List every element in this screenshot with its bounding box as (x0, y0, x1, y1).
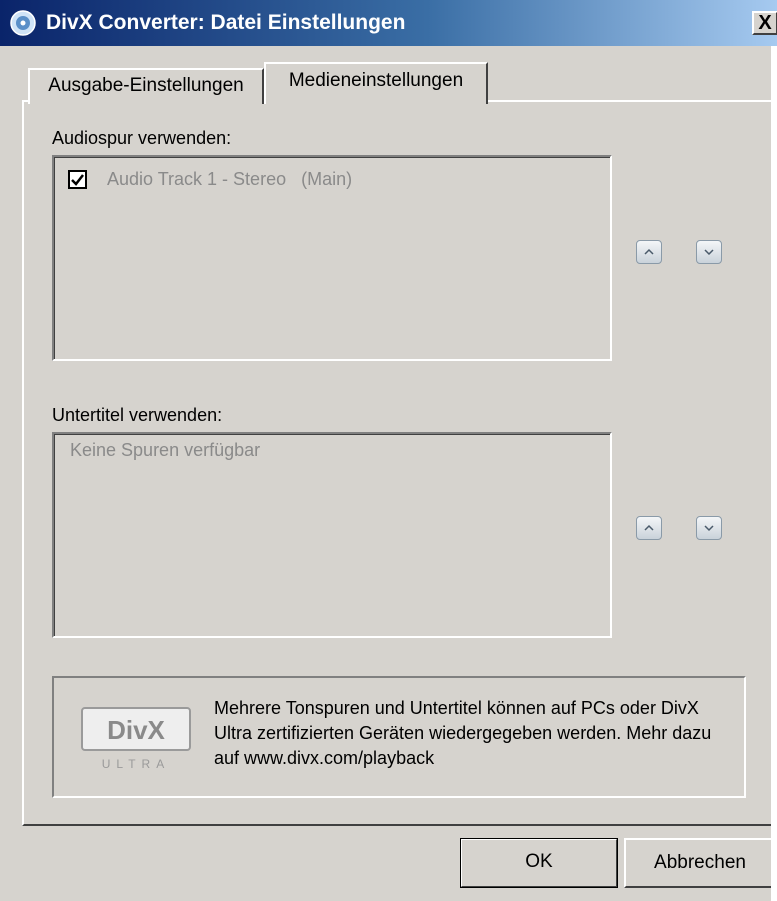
subtitle-track-list[interactable]: Keine Spuren verfügbar (52, 432, 612, 638)
audio-track-label: Audio Track 1 - Stereo (Main) (107, 168, 353, 189)
info-box: DivX ULTRA Mehrere Tonspuren und Unterti… (52, 676, 746, 798)
tab-medieneinstellungen[interactable]: Medieneinstellungen (264, 62, 488, 104)
audio-track-list[interactable]: Audio Track 1 - Stereo (Main) (52, 155, 612, 361)
checkmark-icon (71, 173, 84, 186)
title-bar[interactable]: DivX Converter: Datei Einstellungen X (0, 0, 777, 46)
audio-track-checkbox[interactable] (68, 169, 87, 189)
tab-ausgabe-einstellungen[interactable]: Ausgabe-Einstellungen (28, 68, 264, 104)
info-text: Mehrere Tonspuren und Untertitel können … (214, 698, 712, 768)
subtitles-label: Untertitel verwenden: (52, 405, 223, 425)
audio-move-up-button[interactable] (636, 240, 662, 264)
chevron-up-icon (644, 524, 654, 531)
audio-move-down-button[interactable] (696, 240, 722, 264)
subtitle-move-up-button[interactable] (636, 516, 662, 540)
audio-track-row[interactable]: Audio Track 1 - Stereo (Main) (68, 167, 352, 191)
svg-text:DivX: DivX (107, 715, 165, 745)
chevron-up-icon (644, 248, 654, 255)
audio-label: Audiospur verwenden: (52, 128, 232, 148)
window-title: DivX Converter: Datei Einstellungen (46, 11, 406, 34)
dialog-window: DivX Converter: Datei Einstellungen X Au… (0, 0, 777, 901)
divx-ultra-logo: DivX ULTRA (81, 707, 191, 771)
window-edge (771, 46, 777, 901)
divx-app-icon (10, 10, 36, 36)
subtitle-empty-text: Keine Spuren verfügbar (70, 440, 261, 460)
chevron-down-icon (704, 249, 714, 256)
cancel-button[interactable]: Abbrechen (624, 838, 776, 888)
ok-button[interactable]: OK (460, 838, 618, 888)
close-button[interactable]: X (752, 11, 777, 35)
subtitle-move-down-button[interactable] (696, 516, 722, 540)
svg-text:ULTRA: ULTRA (102, 757, 170, 771)
chevron-down-icon (704, 525, 714, 532)
